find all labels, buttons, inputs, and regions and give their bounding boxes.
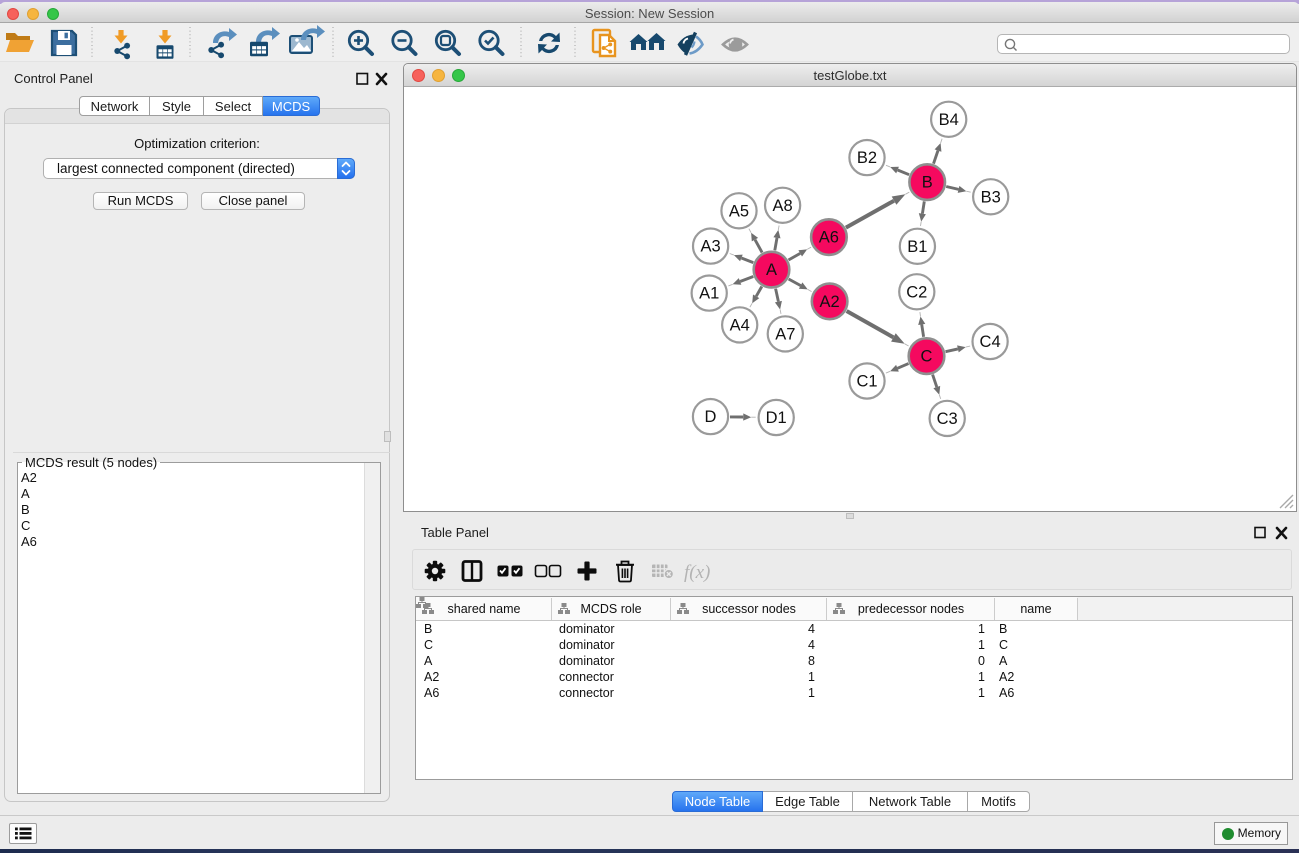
svg-text:C3: C3 [937, 410, 958, 428]
svg-text:B4: B4 [939, 111, 959, 129]
svg-text:D: D [705, 408, 717, 426]
svg-text:0: 0 [978, 654, 985, 668]
svg-text:A6: A6 [999, 686, 1014, 700]
svg-text:1: 1 [978, 670, 985, 684]
svg-text:4: 4 [808, 638, 815, 652]
svg-text:C: C [921, 348, 933, 366]
svg-text:C: C [999, 638, 1008, 652]
svg-text:A2: A2 [820, 293, 840, 311]
svg-text:1: 1 [978, 622, 985, 636]
svg-text:1: 1 [808, 686, 815, 700]
svg-text:A: A [999, 654, 1008, 668]
svg-text:A6: A6 [819, 229, 839, 247]
svg-text:name: name [1020, 602, 1051, 616]
svg-text:C4: C4 [980, 333, 1001, 351]
svg-text:A6: A6 [424, 686, 439, 700]
svg-text:C2: C2 [906, 283, 927, 301]
svg-text:C1: C1 [856, 373, 877, 391]
svg-text:A2: A2 [424, 670, 439, 684]
svg-text:f(x): f(x) [684, 562, 710, 583]
svg-text:successor nodes: successor nodes [702, 602, 796, 616]
svg-text:connector: connector [559, 686, 614, 700]
svg-text:1: 1 [808, 670, 815, 684]
svg-text:B2: B2 [857, 149, 877, 167]
svg-text:A7: A7 [775, 325, 795, 343]
svg-text:A2: A2 [999, 670, 1014, 684]
svg-text:dominator: dominator [559, 638, 615, 652]
svg-text:4: 4 [808, 622, 815, 636]
svg-text:A4: A4 [730, 316, 750, 334]
svg-text:B3: B3 [981, 188, 1001, 206]
svg-text:B: B [424, 622, 432, 636]
svg-text:A8: A8 [773, 197, 793, 215]
svg-text:A1: A1 [699, 285, 719, 303]
svg-text:B1: B1 [907, 238, 927, 256]
svg-text:A3: A3 [701, 238, 721, 256]
svg-text:A5: A5 [729, 202, 749, 220]
svg-text:dominator: dominator [559, 654, 615, 668]
svg-text:A: A [424, 654, 433, 668]
svg-text:1: 1 [978, 686, 985, 700]
svg-text:8: 8 [808, 654, 815, 668]
svg-text:B: B [922, 174, 933, 192]
svg-text:B: B [999, 622, 1007, 636]
svg-text:D1: D1 [766, 409, 787, 427]
svg-text:C: C [424, 638, 433, 652]
svg-text:dominator: dominator [559, 622, 615, 636]
svg-text:1: 1 [978, 638, 985, 652]
svg-text:predecessor nodes: predecessor nodes [858, 602, 964, 616]
svg-text:A: A [766, 261, 777, 279]
svg-text:MCDS role: MCDS role [580, 602, 641, 616]
svg-text:shared name: shared name [448, 602, 521, 616]
svg-text:connector: connector [559, 670, 614, 684]
